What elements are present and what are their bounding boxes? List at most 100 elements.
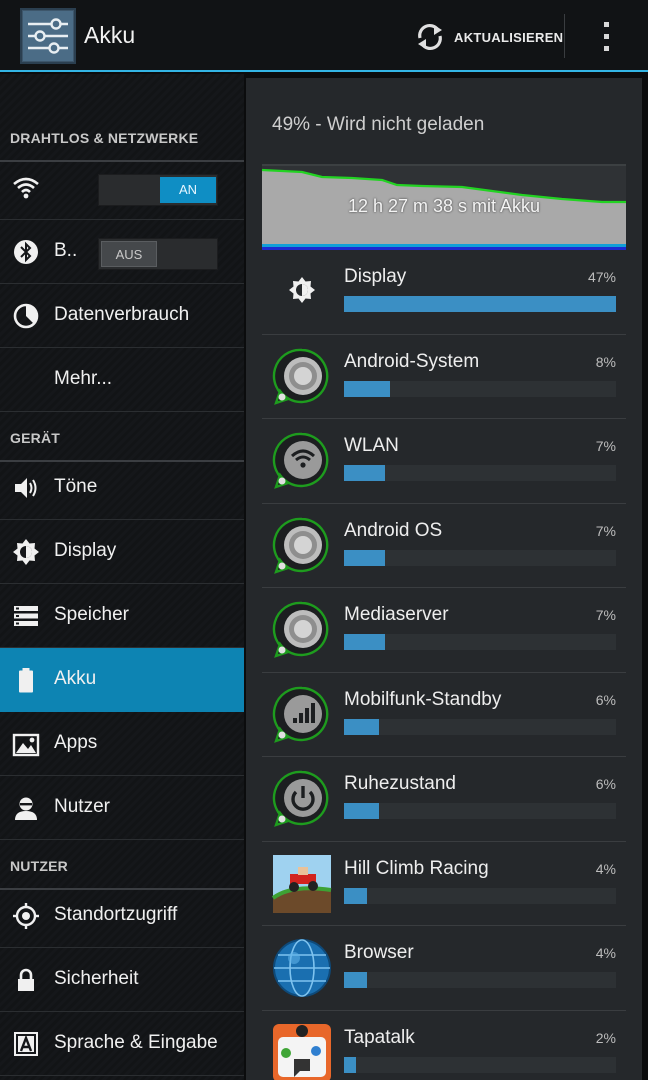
action-bar: Akku AKTUALISIEREN bbox=[0, 0, 648, 72]
bluetooth-toggle[interactable]: AUS bbox=[98, 238, 218, 270]
data-usage-icon bbox=[13, 303, 39, 329]
settings-app-icon[interactable] bbox=[20, 8, 76, 64]
usage-bar bbox=[344, 887, 368, 904]
hill-climb-racing-icon bbox=[272, 854, 332, 913]
usage-bar-track bbox=[344, 549, 616, 566]
usage-name: WLAN bbox=[344, 435, 399, 456]
sidebar-item-label: Nutzer bbox=[54, 796, 110, 817]
usage-row-browser[interactable]: Browser 4% bbox=[262, 926, 626, 1011]
sidebar-item-more[interactable]: Mehr... bbox=[0, 348, 244, 412]
usage-bar-track bbox=[344, 380, 616, 397]
usage-bar bbox=[344, 803, 379, 819]
refresh-label: AKTUALISIEREN bbox=[454, 29, 564, 45]
sidebar-item-label: B.. bbox=[54, 240, 78, 261]
sidebar-item-users[interactable]: Nutzer bbox=[0, 776, 244, 840]
section-header-personal: NUTZER bbox=[0, 840, 244, 890]
lock-icon bbox=[18, 968, 34, 991]
speaker-icon bbox=[15, 478, 37, 498]
apps-icon bbox=[12, 733, 40, 757]
usage-percent: 6% bbox=[595, 776, 616, 792]
sidebar-item-bluetooth[interactable]: B.. AUS bbox=[0, 220, 244, 284]
sidebar-item-label: Töne bbox=[54, 476, 98, 497]
sidebar-item-location[interactable]: Standortzugriff bbox=[0, 884, 244, 948]
sidebar-item-battery[interactable]: Akku bbox=[0, 648, 244, 712]
wifi-icon bbox=[13, 177, 39, 199]
usage-name: Android OS bbox=[344, 519, 443, 541]
usage-bar bbox=[344, 380, 391, 397]
toggle-label: AN bbox=[160, 177, 216, 203]
storage-icon bbox=[14, 606, 38, 626]
usage-name: Ruhezustand bbox=[344, 773, 456, 794]
battery-icon bbox=[19, 668, 33, 693]
sidebar-item-label: Speicher bbox=[54, 604, 129, 625]
usage-row-display[interactable]: Display 47% bbox=[262, 250, 626, 335]
cell-signal-icon bbox=[272, 686, 329, 743]
usage-bar-track bbox=[344, 1056, 616, 1073]
usage-name: Browser bbox=[344, 942, 414, 963]
usage-percent: 4% bbox=[595, 945, 616, 961]
sidebar-item-label: Mehr... bbox=[54, 368, 113, 389]
power-icon bbox=[272, 770, 329, 827]
sidebar-item-display[interactable]: Display bbox=[0, 520, 244, 584]
sidebar-item-language[interactable]: Sprache & Eingabe bbox=[0, 1012, 244, 1076]
usage-bar bbox=[344, 634, 385, 650]
usage-bar-track bbox=[344, 887, 616, 904]
overflow-menu-button[interactable] bbox=[590, 16, 624, 56]
sidebar-item-wifi[interactable]: AN bbox=[0, 156, 244, 220]
wifi-toggle[interactable]: AN bbox=[98, 174, 218, 206]
usage-row-hill-climb-racing[interactable]: Hill Climb Racing 4% bbox=[262, 842, 626, 926]
usage-name: Display bbox=[344, 266, 407, 287]
usage-bar bbox=[344, 296, 616, 312]
battery-usage-list: Display 47% Android-System 8% WLAN 7% An… bbox=[262, 250, 626, 1080]
usage-bar-track bbox=[344, 803, 616, 819]
sidebar-item-label: Sicherheit bbox=[54, 968, 139, 989]
sidebar-item-storage[interactable]: Speicher bbox=[0, 584, 244, 648]
usage-row-android-os[interactable]: Android OS 7% bbox=[262, 504, 626, 588]
action-bar-divider bbox=[564, 14, 565, 58]
brightness-icon bbox=[289, 277, 315, 303]
brightness-icon bbox=[13, 539, 39, 565]
usage-bar-track bbox=[344, 296, 616, 312]
usage-percent: 7% bbox=[595, 607, 616, 623]
usage-name: Android-System bbox=[344, 350, 480, 372]
sidebar-item-security[interactable]: Sicherheit bbox=[0, 948, 244, 1012]
location-icon bbox=[13, 903, 39, 929]
page-title: Akku bbox=[84, 22, 136, 48]
usage-row-mediaserver[interactable]: Mediaserver 7% bbox=[262, 588, 626, 673]
usage-row-android-system[interactable]: Android-System 8% bbox=[262, 335, 626, 419]
android-os-icon bbox=[272, 517, 329, 574]
sidebar-item-label: Display bbox=[54, 540, 117, 561]
usage-row-idle[interactable]: Ruhezustand 6% bbox=[262, 757, 626, 842]
section-header-device: GERÄT bbox=[0, 412, 244, 462]
android-system-icon bbox=[272, 348, 329, 405]
usage-row-mobile-standby[interactable]: Mobilfunk-Standby 6% bbox=[262, 673, 626, 757]
refresh-icon bbox=[418, 23, 442, 51]
settings-sidebar: DRAHTLOS & NETZWERKE AN B.. AUS Datenver… bbox=[0, 74, 244, 1080]
sidebar-item-label: Apps bbox=[54, 732, 98, 753]
usage-row-wlan[interactable]: WLAN 7% bbox=[262, 419, 626, 504]
sidebar-item-apps[interactable]: Apps bbox=[0, 712, 244, 776]
bluetooth-icon bbox=[14, 240, 38, 264]
mediaserver-icon bbox=[272, 601, 329, 658]
overflow-dot-icon bbox=[604, 46, 609, 51]
refresh-button[interactable]: AKTUALISIEREN bbox=[414, 18, 563, 56]
toggle-label: AUS bbox=[101, 241, 157, 267]
usage-bar bbox=[344, 1056, 356, 1073]
sidebar-item-label: Akku bbox=[54, 668, 97, 689]
usage-percent: 7% bbox=[595, 438, 616, 454]
sidebar-item-label: Datenverbrauch bbox=[54, 304, 190, 325]
usage-bar bbox=[344, 972, 368, 988]
usage-bar-track bbox=[344, 972, 616, 988]
battery-status-text: 49% - Wird nicht geladen bbox=[272, 114, 485, 135]
overflow-dot-icon bbox=[604, 22, 609, 27]
browser-icon bbox=[273, 939, 331, 997]
sidebar-item-data-usage[interactable]: Datenverbrauch bbox=[0, 284, 244, 348]
wifi-icon bbox=[272, 432, 329, 489]
usage-percent: 2% bbox=[595, 1029, 616, 1046]
usage-name: Mobilfunk-Standby bbox=[344, 688, 502, 710]
usage-percent: 8% bbox=[595, 353, 616, 370]
usage-bar-track bbox=[344, 718, 616, 735]
user-icon bbox=[15, 797, 37, 820]
usage-row-tapatalk[interactable]: Tapatalk 2% bbox=[262, 1011, 626, 1080]
sidebar-item-sound[interactable]: Töne bbox=[0, 456, 244, 520]
